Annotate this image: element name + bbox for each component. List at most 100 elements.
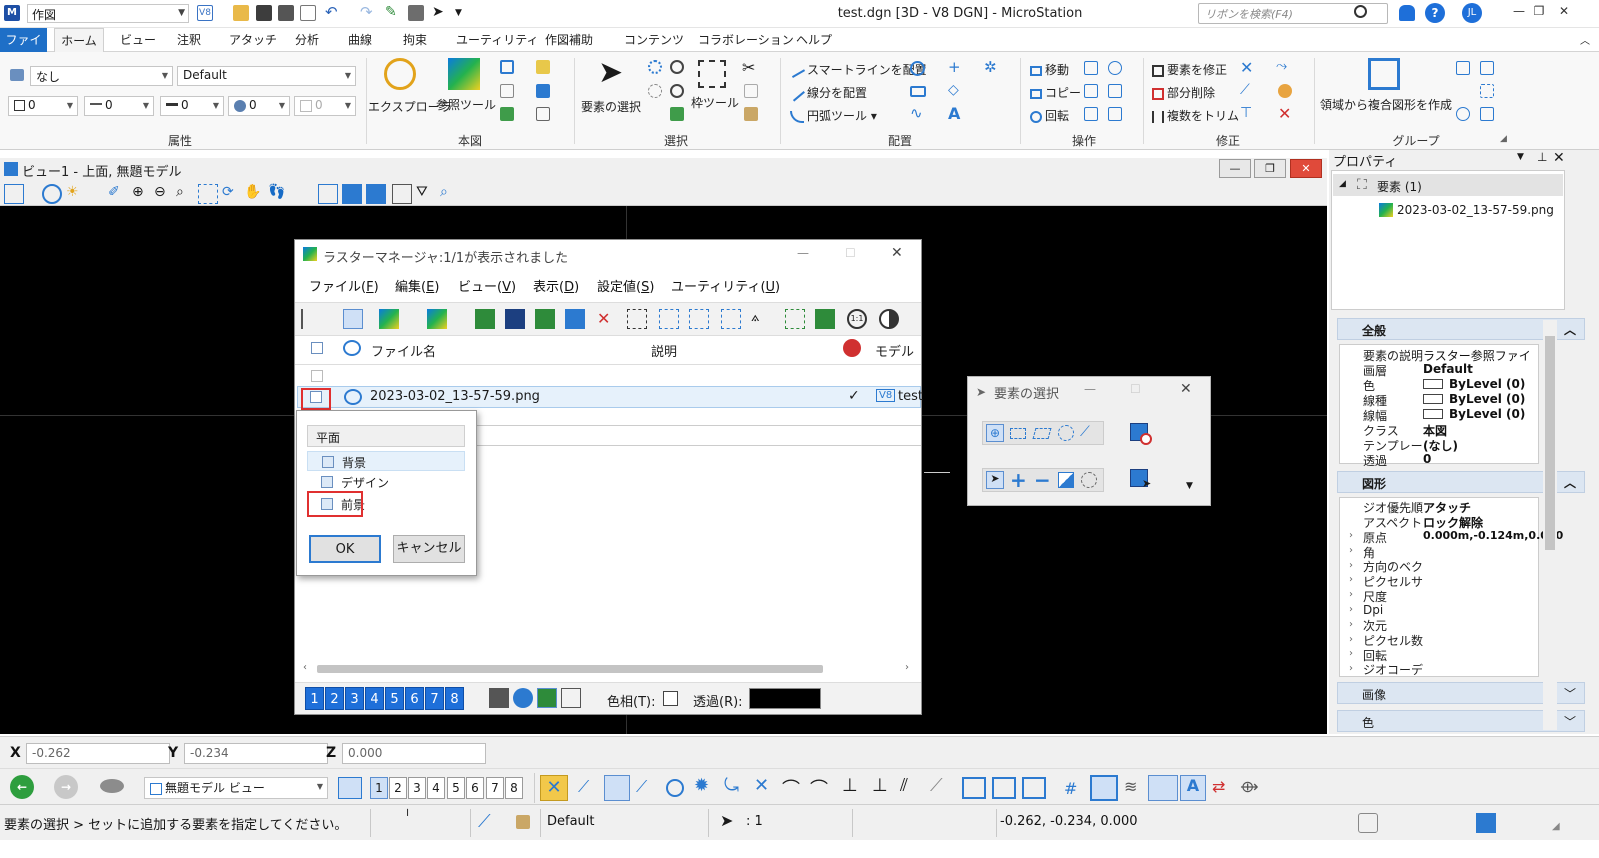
level-select[interactable]: なし ▼ xyxy=(30,66,173,86)
pin-icon[interactable]: ✎ xyxy=(385,5,401,21)
esel-maximize-button[interactable]: ☐ xyxy=(1130,382,1141,396)
scissors-icon[interactable]: ✂ xyxy=(742,58,755,77)
grid-icon[interactable] xyxy=(1480,84,1494,98)
dialog-minimize-button[interactable]: — xyxy=(797,246,809,260)
view-button-3[interactable]: 3 xyxy=(408,777,426,799)
perpendicular-snap-icon[interactable]: ⊥ xyxy=(842,775,858,796)
redo-icon[interactable]: ↷ xyxy=(360,5,376,21)
tangent-point-snap-icon[interactable]: ⌒ xyxy=(810,775,828,801)
explorer-icon[interactable] xyxy=(384,58,416,90)
invert-mode-icon[interactable] xyxy=(1058,472,1074,488)
view-toggle-2[interactable]: 2 xyxy=(325,687,344,710)
parallel-snap-icon[interactable]: ⫽ xyxy=(900,775,908,796)
swap-icon[interactable] xyxy=(561,688,581,708)
menu-utilities[interactable]: ユーティリティ(U) xyxy=(671,276,780,295)
menu-edit[interactable]: 編集(E) xyxy=(395,276,439,295)
properties-close-icon[interactable]: ✕ xyxy=(1553,150,1565,166)
search-icon[interactable] xyxy=(1354,5,1367,18)
color-select[interactable]: 0 ▼ xyxy=(8,96,78,116)
tab-drawing-aids[interactable]: 作図補助 xyxy=(543,28,595,52)
pan-view-icon[interactable]: ✋ xyxy=(244,184,264,204)
view-toggle-6[interactable]: 6 xyxy=(405,687,424,710)
contrast-icon[interactable] xyxy=(879,309,899,329)
view-toggle-1[interactable]: 1 xyxy=(305,687,324,710)
move-button[interactable]: 移動 xyxy=(1030,61,1069,78)
expand-row-icons[interactable]: › › › › › › › › › › xyxy=(1349,529,1353,677)
grid-lock-icon[interactable]: # xyxy=(1064,779,1077,798)
scroll-thumb[interactable] xyxy=(317,665,823,673)
paste-icon[interactable] xyxy=(744,107,758,121)
attach-tools-button[interactable]: 参照ツール xyxy=(436,96,496,113)
invert-selection-icon[interactable] xyxy=(670,84,684,98)
lineweight-select[interactable]: 0 ▼ xyxy=(160,96,224,116)
prop-value[interactable]: ByLevel (0) xyxy=(1449,392,1525,406)
place-line-button[interactable]: 線分を配置 xyxy=(789,84,867,102)
histogram-icon[interactable] xyxy=(815,309,835,329)
move-raster-icon[interactable] xyxy=(565,309,585,329)
view-button-7[interactable]: 7 xyxy=(486,777,504,799)
view-groups-icon[interactable] xyxy=(338,777,362,799)
origin-snap-icon[interactable]: ✹ xyxy=(694,775,709,796)
tree-scrollbar[interactable] xyxy=(1567,170,1585,310)
dialog-maximize-button[interactable]: ☐ xyxy=(845,246,856,260)
chamfer-icon[interactable]: ⤳ xyxy=(1276,58,1287,74)
help-icon[interactable]: ? xyxy=(1425,3,1445,23)
view-search-icon[interactable]: ⌕ xyxy=(440,184,460,204)
modify-element-button[interactable]: 要素を修正 xyxy=(1152,61,1227,78)
center-snap-icon[interactable] xyxy=(666,779,684,797)
settings-file-icon[interactable] xyxy=(300,5,316,21)
tangent-snap-icon[interactable]: ⌒ xyxy=(782,775,800,801)
clear-selection-icon[interactable] xyxy=(648,84,662,98)
hue-checkbox[interactable] xyxy=(663,691,678,706)
model-view-select[interactable]: 無題モデル ビュー ▼ xyxy=(144,777,328,799)
properties-dropdown-icon[interactable]: ▼ xyxy=(1517,152,1524,162)
open-folder-icon[interactable] xyxy=(233,5,249,21)
view-button-2[interactable]: 2 xyxy=(389,777,407,799)
view-more-icon[interactable]: ⟴ xyxy=(1240,777,1259,796)
cell-icon[interactable] xyxy=(1456,107,1470,121)
clear-mode-icon[interactable] xyxy=(1081,472,1097,488)
delete-raster-icon[interactable]: ✕ xyxy=(597,309,617,329)
view-button-6[interactable]: 6 xyxy=(466,777,484,799)
notification-bell-icon[interactable] xyxy=(1399,5,1415,21)
stretch-icon[interactable] xyxy=(1084,107,1098,121)
clip-volume-icon[interactable] xyxy=(392,184,412,204)
view-minimize-button[interactable]: — xyxy=(1219,159,1251,178)
prop-value[interactable]: 0 xyxy=(1423,452,1431,466)
midpoint-snap-icon[interactable]: ⟋ xyxy=(636,777,647,797)
add-mode-icon[interactable]: + xyxy=(1010,468,1027,492)
dialog-launcher-icon[interactable]: ◢ xyxy=(1500,134,1507,144)
reference-icon[interactable] xyxy=(500,60,514,74)
warp-raster-icon[interactable]: ⟑ xyxy=(751,309,771,329)
update-view-icon[interactable]: ✐ xyxy=(108,184,128,204)
window-close-button[interactable]: ✕ xyxy=(1555,4,1573,22)
menu-file[interactable]: ファイル(F) xyxy=(309,276,379,295)
pointer-icon[interactable]: ➤ xyxy=(432,5,448,21)
transparency-select[interactable]: 0 ▼ xyxy=(228,96,290,116)
view-attributes-icon[interactable] xyxy=(4,184,24,204)
text-icon[interactable]: A xyxy=(948,104,960,123)
rotate-button[interactable]: 回転 xyxy=(1030,107,1069,124)
linestyle-select[interactable]: 0 ▼ xyxy=(84,96,154,116)
group-icon[interactable] xyxy=(1456,61,1470,75)
new-mode-icon[interactable]: ➤ xyxy=(986,471,1004,489)
levels-icon[interactable] xyxy=(536,60,550,74)
tree-child-label[interactable]: 2023-03-02_13-57-59.png xyxy=(1397,203,1554,217)
drape-raster-icon[interactable] xyxy=(785,309,805,329)
copy-view-icon[interactable] xyxy=(366,184,386,204)
circle-method-icon[interactable] xyxy=(1058,425,1074,441)
design-history-icon[interactable] xyxy=(1476,813,1496,833)
attach-raster-icon[interactable] xyxy=(379,309,399,329)
save-icon[interactable] xyxy=(256,5,272,21)
scale-icon[interactable] xyxy=(1108,61,1122,75)
description-column-header[interactable]: 説明 xyxy=(651,341,677,360)
display-checkmark[interactable]: ✓ xyxy=(848,388,860,404)
sun-icon[interactable]: ✲ xyxy=(984,58,997,76)
tab-collaborate[interactable]: コラボレーション xyxy=(696,28,796,52)
menu-display[interactable]: 表示(D) xyxy=(533,276,579,295)
v8-file-icon[interactable]: V8 xyxy=(197,5,213,21)
view-toggle-3[interactable]: 3 xyxy=(345,687,364,710)
expand-options-icon[interactable]: ▼ xyxy=(1186,481,1193,491)
plane-ok-button[interactable]: OK xyxy=(309,535,381,563)
display-style-icon[interactable] xyxy=(42,184,62,204)
